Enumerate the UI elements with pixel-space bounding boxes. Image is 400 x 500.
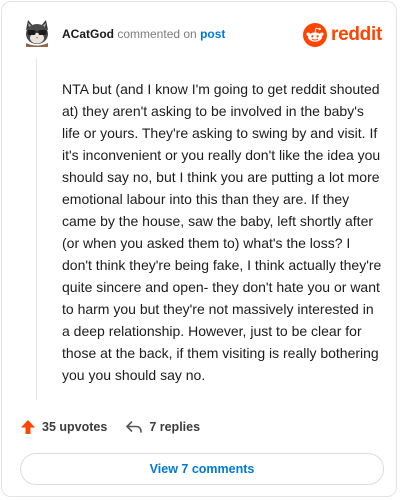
reddit-logo[interactable]: reddit bbox=[303, 22, 382, 48]
reddit-wordmark: reddit bbox=[331, 24, 382, 45]
comment-header: ACatGod commented on post reddit bbox=[2, 2, 396, 66]
reply-arrow-icon bbox=[126, 421, 143, 433]
comment-body: NTA but (and I know I'm going to get red… bbox=[62, 81, 382, 383]
replies-button[interactable]: 7 replies bbox=[125, 419, 200, 435]
comment-meta: ACatGod commented on post bbox=[62, 27, 225, 41]
cat-avatar-icon bbox=[26, 20, 48, 47]
view-comments-button[interactable]: View 7 comments bbox=[20, 453, 384, 485]
action-text: commented on bbox=[117, 27, 197, 41]
upvote-button[interactable]: 35 upvotes bbox=[20, 419, 107, 435]
comment-card: ACatGod commented on post reddit NTA but… bbox=[1, 1, 397, 497]
post-link[interactable]: post bbox=[200, 27, 225, 41]
thread-line[interactable] bbox=[36, 58, 37, 400]
reddit-alien-icon bbox=[303, 23, 328, 47]
username-link[interactable]: ACatGod bbox=[62, 27, 114, 41]
user-avatar[interactable] bbox=[22, 17, 52, 47]
upvote-count: 35 upvotes bbox=[42, 420, 108, 434]
comment-actions: 35 upvotes 7 replies bbox=[20, 419, 218, 435]
upvote-arrow-icon bbox=[21, 420, 35, 434]
reply-count: 7 replies bbox=[149, 420, 201, 434]
